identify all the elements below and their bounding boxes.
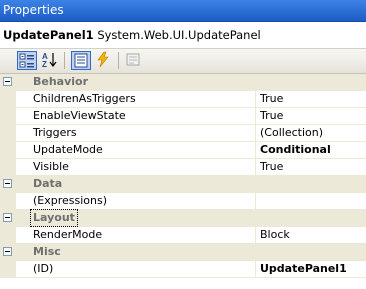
toolbar-separator [64,52,65,69]
properties-list-icon [74,53,88,68]
object-type: System.Web.UI.UpdatePanel [97,28,261,42]
property-name: Triggers [16,125,256,141]
property-value[interactable]: True [257,108,366,124]
property-value[interactable]: True [257,159,366,175]
property-pages-icon [126,53,140,66]
lightning-icon [97,51,109,68]
property-row-id[interactable]: (ID) UpdatePanel1 [0,261,366,278]
property-name: ChildrenAsTriggers [16,91,256,107]
alphabetical-button[interactable]: A Z [40,51,60,70]
collapse-icon[interactable] [3,179,12,188]
object-selector-label: UpdatePanel1 System.Web.UI.UpdatePanel [3,28,261,42]
collapse-icon[interactable] [3,77,12,86]
property-row-rendermode[interactable]: RenderMode Block [0,227,366,244]
categorized-icon [19,53,34,68]
property-name: RenderMode [16,227,256,243]
property-name: UpdateMode [16,142,256,158]
events-button[interactable] [94,51,114,70]
sort-az-icon: A Z [42,52,57,69]
property-name: EnableViewState [16,108,256,124]
collapse-icon[interactable] [3,213,12,222]
collapse-icon[interactable] [3,247,12,256]
property-value[interactable] [257,193,366,209]
property-value[interactable]: True [257,91,366,107]
property-grid: Behavior ChildrenAsTriggers True EnableVi… [0,74,366,278]
property-row-expressions[interactable]: (Expressions) [0,193,366,210]
property-value[interactable]: (Collection) [257,125,366,141]
property-name: (Expressions) [16,193,256,209]
window-title: Properties [3,3,64,17]
property-row-triggers[interactable]: Triggers (Collection) [0,125,366,142]
properties-window: Properties UpdatePanel1 System.Web.UI.Up… [0,0,366,289]
property-name: Visible [16,159,256,175]
property-name: (ID) [16,261,256,277]
category-layout[interactable]: Layout [0,209,366,227]
property-row-visible[interactable]: Visible True [0,159,366,176]
property-row-enableviewstate[interactable]: EnableViewState True [0,108,366,125]
category-data[interactable]: Data [0,176,366,193]
property-row-updatemode[interactable]: UpdateMode Conditional [0,142,366,159]
toolbar-separator [118,52,119,69]
object-name: UpdatePanel1 [3,28,94,42]
category-label: Misc [33,245,61,258]
property-row-childrenastriggers[interactable]: ChildrenAsTriggers True [0,91,366,108]
object-selector[interactable]: UpdatePanel1 System.Web.UI.UpdatePanel [0,22,366,49]
property-value[interactable]: Conditional [257,142,366,158]
svg-text:Z: Z [42,60,47,68]
title-bar[interactable]: Properties [0,0,366,22]
category-label: Data [33,177,63,190]
category-misc[interactable]: Misc [0,244,366,261]
category-label: Behavior [33,75,89,88]
property-value[interactable]: UpdatePanel1 [257,261,366,277]
property-pages-button[interactable] [124,51,144,70]
property-value[interactable]: Block [257,227,366,243]
category-label: Layout [30,209,78,227]
categorized-button[interactable] [17,51,37,70]
properties-toolbar: A Z [0,49,366,74]
category-behavior[interactable]: Behavior [0,74,366,91]
properties-button[interactable] [71,51,91,70]
